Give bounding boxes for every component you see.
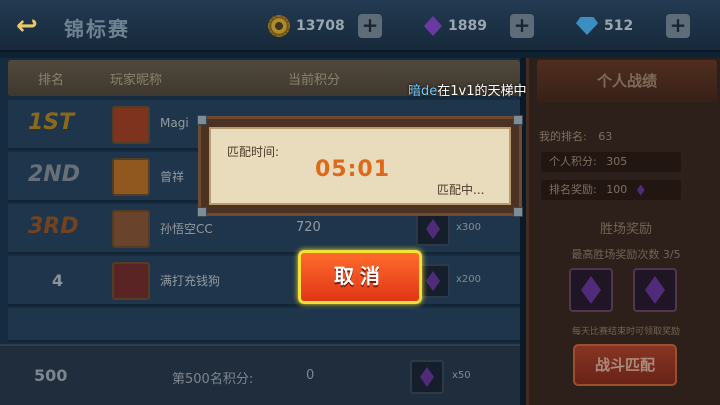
matching-dialog: 匹配时间: 05:01 匹配中... [197,115,523,217]
broadcast-message: 暗de在1v1的天梯中 [408,80,527,99]
add-purple-gems-button[interactable]: + [510,14,534,38]
add-coins-button[interactable]: + [358,14,382,38]
top-bar: ↩ 锦标赛 13708 + 1889 + 512 + [0,0,720,52]
broadcast-player: 暗de [408,84,438,99]
cancel-button[interactable]: 取消 [298,250,422,304]
purple-gem-icon [424,16,442,36]
diamond-value: 512 [604,18,634,34]
page-title: 锦标赛 [64,17,130,41]
purple-gem-value: 1889 [448,18,487,34]
corner-rivet-icon [197,115,207,125]
coin-value: 13708 [296,18,345,34]
purple-gem-counter: 1889 + [424,12,534,40]
diamond-icon [576,17,598,35]
match-timer: 05:01 [315,157,391,182]
dialog-content: 匹配时间: 05:01 匹配中... [209,127,511,205]
match-time-label: 匹配时间: [227,145,280,159]
corner-rivet-icon [513,207,523,217]
matching-status: 匹配中... [437,183,485,197]
back-arrow-icon[interactable]: ↩ [16,12,50,40]
corner-rivet-icon [197,207,207,217]
broadcast-text: 在1v1的天梯中 [437,84,527,99]
coin-icon [268,15,290,37]
diamond-counter: 512 + [576,12,690,40]
modal-backdrop [0,58,720,405]
corner-rivet-icon [513,115,523,125]
coin-counter: 13708 + [268,12,382,40]
add-diamonds-button[interactable]: + [666,14,690,38]
